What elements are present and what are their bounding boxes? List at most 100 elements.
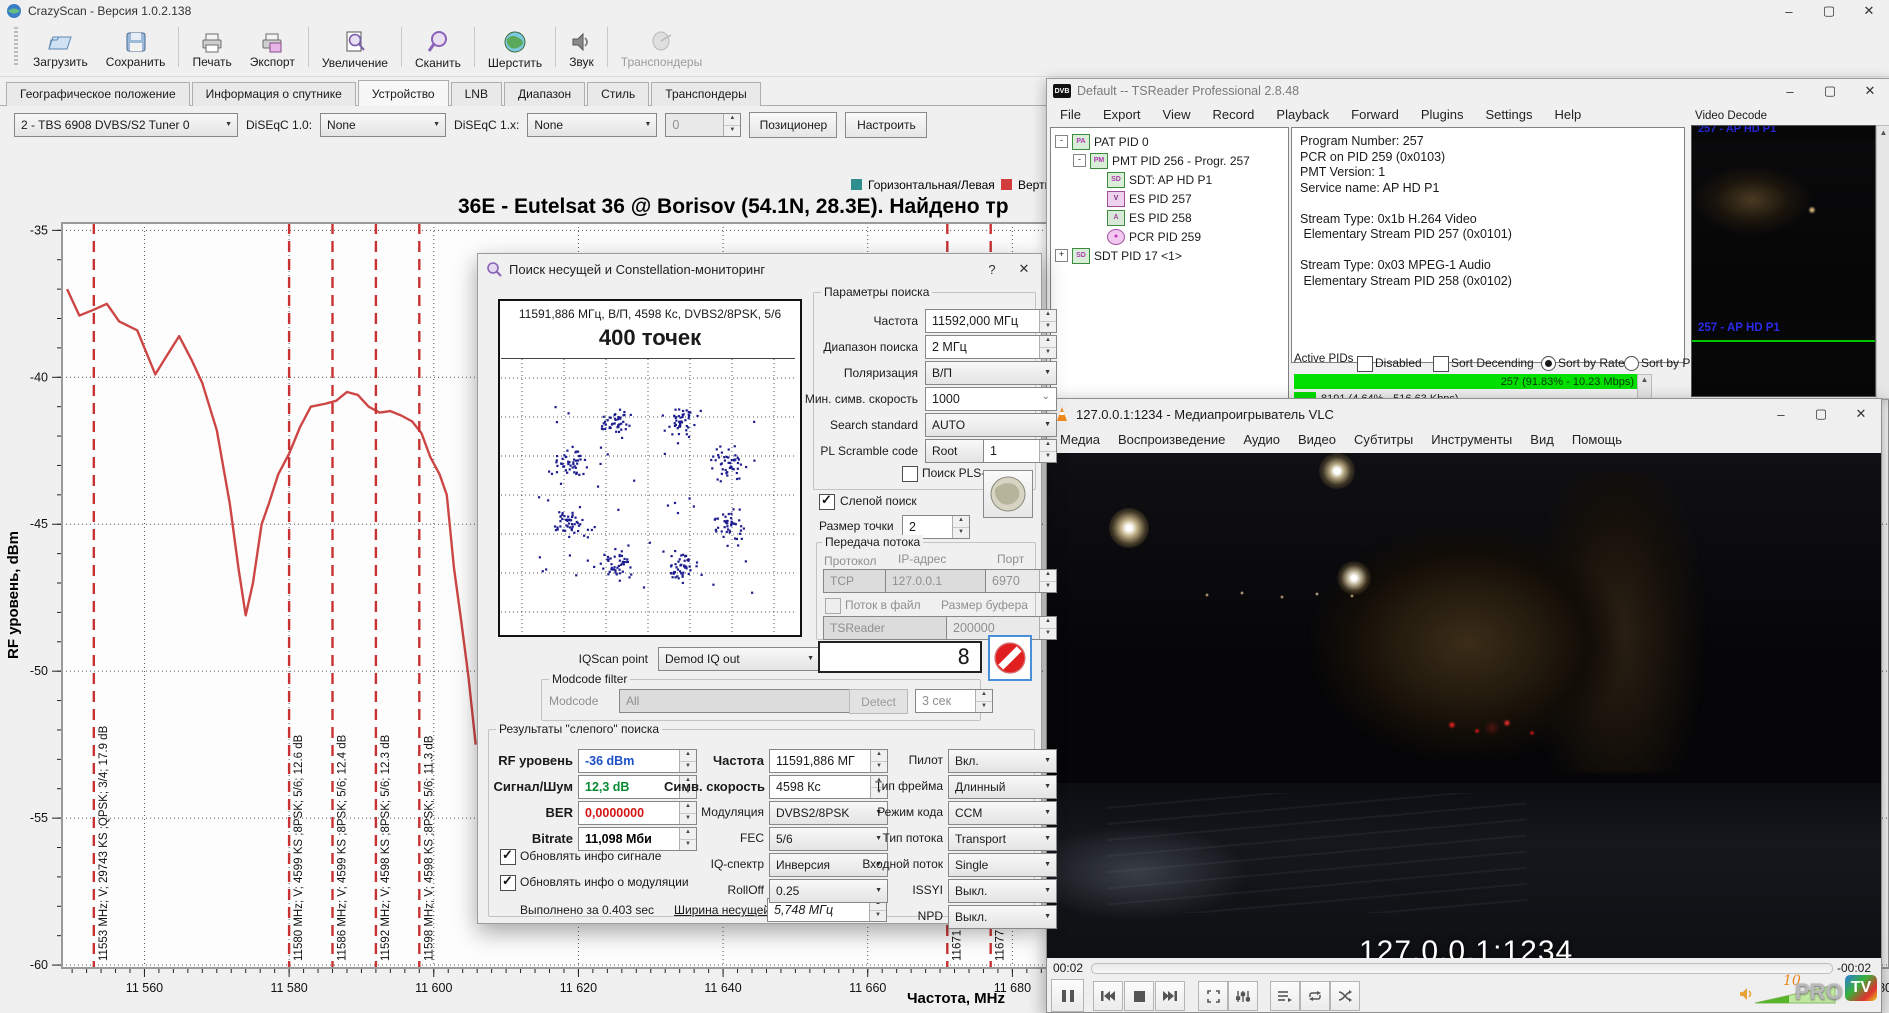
pls-search-checkbox[interactable] bbox=[902, 466, 918, 482]
loop-button[interactable] bbox=[1300, 981, 1330, 1011]
crazyscan-minimize-button[interactable]: – bbox=[1769, 0, 1809, 22]
tsreader-maximize-button[interactable]: ▢ bbox=[1810, 79, 1850, 103]
dialog-close-button[interactable]: ✕ bbox=[1007, 254, 1041, 284]
polarization-select[interactable]: В/П bbox=[925, 361, 1057, 385]
tsreader-close-button[interactable]: ✕ bbox=[1850, 79, 1889, 103]
tsreader-minimize-button[interactable]: – bbox=[1770, 79, 1810, 103]
diseqc10-select[interactable]: None bbox=[320, 113, 446, 137]
disabled-checkbox[interactable] bbox=[1357, 356, 1373, 372]
collapse-icon[interactable]: - bbox=[1055, 135, 1068, 148]
fullscreen-button[interactable] bbox=[1198, 981, 1228, 1011]
sort-by-rate-radio[interactable] bbox=[1541, 356, 1556, 371]
stop-monitoring-button[interactable] bbox=[988, 635, 1032, 681]
result-col3-value-2[interactable]: CCM bbox=[948, 801, 1057, 825]
stop-button[interactable] bbox=[1124, 981, 1154, 1011]
globe-button[interactable] bbox=[983, 470, 1033, 518]
result-col3-value-1[interactable]: Длинный bbox=[948, 775, 1057, 799]
blind-search-checkbox[interactable] bbox=[819, 494, 835, 510]
tab-lnb[interactable]: LNB bbox=[451, 82, 502, 106]
update-signal-checkbox[interactable] bbox=[500, 849, 516, 865]
shuffle-button[interactable] bbox=[1330, 981, 1360, 1011]
sort-decending-checkbox[interactable] bbox=[1433, 356, 1449, 372]
next-button[interactable] bbox=[1155, 981, 1185, 1011]
menu-video[interactable]: Видео bbox=[1289, 429, 1345, 450]
position-stepper[interactable]: 0 ▲▼ bbox=[665, 113, 741, 137]
vlc-close-button[interactable]: ✕ bbox=[1841, 399, 1881, 429]
save-button[interactable]: Сохранить bbox=[97, 24, 175, 76]
detect-interval-stepper[interactable]: 3 сек▲▼ bbox=[915, 689, 993, 713]
zoom-button[interactable]: Увеличение bbox=[313, 24, 397, 76]
pls-spin-arrows[interactable]: ▲▼ bbox=[1039, 440, 1056, 462]
menu-export[interactable]: Export bbox=[1092, 104, 1152, 125]
dialog-help-button[interactable]: ? bbox=[977, 254, 1007, 284]
range-spin-arrows[interactable]: ▲▼ bbox=[1039, 336, 1056, 358]
tree-item-pat[interactable]: - PA PAT PID 0 bbox=[1051, 132, 1288, 151]
iqscan-select[interactable]: Demod IQ out bbox=[658, 647, 820, 671]
result-col3-value-0[interactable]: Вкл. bbox=[948, 749, 1057, 773]
tree-item-es-audio[interactable]: A ES PID 258 bbox=[1051, 208, 1288, 227]
load-button[interactable]: Загрузить bbox=[24, 24, 97, 76]
menu-playback[interactable]: Playback bbox=[1265, 104, 1340, 125]
dot-size-spin-arrows[interactable]: ▲▼ bbox=[952, 516, 969, 538]
export-button[interactable]: Экспорт bbox=[241, 24, 304, 76]
configure-button[interactable]: Настроить bbox=[845, 112, 927, 138]
freq-stepper[interactable]: 11592,000 МГц▲▼ bbox=[925, 309, 1057, 333]
tab-transponders[interactable]: Транспондеры bbox=[651, 82, 760, 106]
menu-help[interactable]: Помощь bbox=[1563, 429, 1631, 450]
sort-by-pid-radio[interactable] bbox=[1624, 356, 1639, 371]
menu-view[interactable]: Вид bbox=[1521, 429, 1563, 450]
result-col3-value-3[interactable]: Transport bbox=[948, 827, 1057, 851]
range-stepper[interactable]: 2 МГц▲▼ bbox=[925, 335, 1057, 359]
menu-subtitles[interactable]: Субтитры bbox=[1345, 429, 1422, 450]
vlc-video-area[interactable]: 127.0.0.1:1234 bbox=[1047, 453, 1881, 958]
pid-list-scrollbar[interactable]: ▲ bbox=[1637, 374, 1652, 400]
positioner-button[interactable]: Позиционер bbox=[749, 112, 837, 138]
tree-item-pmt[interactable]: - PM PMT PID 256 - Progr. 257 bbox=[1051, 151, 1288, 170]
tree-item-pcr[interactable]: ● PCR PID 259 bbox=[1051, 227, 1288, 246]
crazyscan-close-button[interactable]: ✕ bbox=[1849, 0, 1889, 22]
tree-item-es-video[interactable]: V ES PID 257 bbox=[1051, 189, 1288, 208]
menu-file[interactable]: File bbox=[1049, 104, 1092, 125]
tab-range[interactable]: Диапазон bbox=[504, 82, 585, 106]
freq-spin-arrows[interactable]: ▲▼ bbox=[1039, 310, 1056, 332]
search-standard-select[interactable]: AUTO bbox=[925, 413, 1057, 437]
tuner-select[interactable]: 2 - TBS 6908 DVBS/S2 Tuner 0 bbox=[14, 113, 238, 137]
pl-scramble-num[interactable]: 1▲▼ bbox=[983, 439, 1057, 463]
diseqc1x-select[interactable]: None bbox=[527, 113, 657, 137]
wool-button[interactable]: Шерстить bbox=[479, 24, 551, 76]
interval-spin-arrows[interactable]: ▲▼ bbox=[975, 690, 992, 712]
equalizer-button[interactable] bbox=[1228, 981, 1258, 1011]
position-spin-arrows[interactable]: ▲▼ bbox=[723, 114, 740, 136]
menu-help[interactable]: Help bbox=[1543, 104, 1592, 125]
menu-record[interactable]: Record bbox=[1201, 104, 1265, 125]
pause-button[interactable] bbox=[1051, 979, 1084, 1012]
menu-tools[interactable]: Инструменты bbox=[1422, 429, 1521, 450]
pid-bar-257[interactable]: 257 (91.83% - 10.23 Mbps) bbox=[1294, 374, 1640, 389]
scan-button[interactable]: Сканить bbox=[406, 24, 470, 76]
vlc-minimize-button[interactable]: – bbox=[1761, 399, 1801, 429]
tab-device[interactable]: Устройство bbox=[358, 80, 449, 106]
crazyscan-maximize-button[interactable]: ▢ bbox=[1809, 0, 1849, 22]
tab-geo[interactable]: Географическое положение bbox=[6, 82, 190, 106]
tree-item-sdt17[interactable]: + SD SDT PID 17 <1> bbox=[1051, 246, 1288, 265]
tree-item-sdt[interactable]: SD SDT: AP HD P1 bbox=[1051, 170, 1288, 189]
menu-playback[interactable]: Воспроизведение bbox=[1109, 429, 1234, 450]
tab-satellite-info[interactable]: Информация о спутнике bbox=[192, 82, 356, 106]
menu-media[interactable]: Медиа bbox=[1051, 429, 1109, 450]
expand-icon[interactable]: + bbox=[1055, 249, 1068, 262]
seek-slider[interactable] bbox=[1091, 963, 1833, 974]
tab-style[interactable]: Стиль bbox=[587, 82, 649, 106]
result-col3-value-6[interactable]: Выкл. bbox=[948, 905, 1057, 929]
menu-view[interactable]: View bbox=[1152, 104, 1202, 125]
result-col3-value-4[interactable]: Single bbox=[948, 853, 1057, 877]
playlist-button[interactable] bbox=[1270, 981, 1300, 1011]
previous-button[interactable] bbox=[1093, 981, 1123, 1011]
update-modulation-checkbox[interactable] bbox=[500, 875, 516, 891]
result-col3-value-5[interactable]: Выкл. bbox=[948, 879, 1057, 903]
min-symbolrate-combo[interactable]: 1000⌄ bbox=[925, 387, 1057, 411]
collapse-icon[interactable]: - bbox=[1073, 154, 1086, 167]
menu-forward[interactable]: Forward bbox=[1340, 104, 1410, 125]
tsreader-scrollbar[interactable]: ▲ bbox=[1876, 125, 1889, 399]
menu-plugins[interactable]: Plugins bbox=[1410, 104, 1475, 125]
print-button[interactable]: Печать bbox=[183, 24, 240, 76]
